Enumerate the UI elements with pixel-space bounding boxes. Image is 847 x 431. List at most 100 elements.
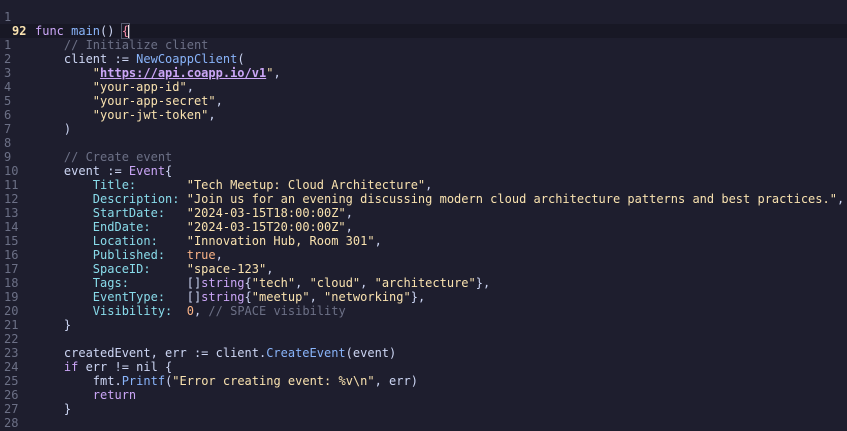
line-content: client := NewCoappClient( [35,52,245,66]
line-number: 9 [4,150,12,164]
line-number: 13 [4,206,19,220]
function-token: Printf [121,374,166,388]
code-text: client := [35,52,137,66]
code-line[interactable]: 10 event := Event{ [0,164,847,178]
code-line[interactable]: 21 } [0,318,847,332]
field-token: Title: [92,178,137,192]
line-content: func main() { [35,23,130,39]
code-line[interactable]: 22 [0,332,847,346]
line-content: SpaceID: "space-123", [35,262,274,276]
field-token: Description: [92,192,180,206]
current-code-line[interactable]: 92 func main() { [0,23,847,39]
string-token: "Error creating event: %v\n" [172,374,375,388]
code-line[interactable]: 15 Location: "Innovation Hub, Room 301", [0,234,847,248]
line-number: 19 [4,290,19,304]
field-token: Published: [92,248,166,262]
code-line[interactable]: 12 Description: "Join us for an evening … [0,192,847,206]
line-number: 15 [4,234,19,248]
code-text: , [215,248,223,262]
line-number: 26 [4,388,19,402]
line-content: StartDate: "2024-03-15T18:00:00Z", [35,206,353,220]
string-token: "tech" [251,276,296,290]
code-line[interactable]: 7 ) [0,122,847,136]
code-line[interactable]: 14 EndDate: "2024-03-15T20:00:00Z", [0,220,847,234]
line-content: Description: "Join us for an evening dis… [35,192,844,206]
line-number: 10 [4,164,19,178]
code-text: event := [35,164,129,178]
line-number: 11 [4,178,19,192]
line-content: Published: true, [35,248,223,262]
line-content: "your-app-id", [35,80,194,94]
comment-token: // Create event [63,150,173,164]
code-line[interactable]: 28 [0,416,847,430]
line-number: 8 [4,136,12,150]
code-line[interactable]: 19 EventType: []string{"meetup", "networ… [0,290,847,304]
code-line[interactable]: 4 "your-app-id", [0,80,847,94]
comment-token: // SPACE visibility [208,304,346,318]
code-text: { [244,290,252,304]
line-number: 3 [4,66,12,80]
line-number: 27 [4,402,19,416]
function-token: NewCoappClient [136,52,238,66]
code-line[interactable]: 17 SpaceID: "space-123", [0,262,847,276]
code-line[interactable]: 20 Visibility: 0, // SPACE visibility [0,304,847,318]
line-number: 7 [4,122,12,136]
string-token: "2024-03-15T20:00:00Z" [186,220,346,234]
type-token: string [201,276,245,290]
code-line[interactable]: 5 "your-app-secret", [0,94,847,108]
line-content: "https://api.coapp.io/v1", [35,66,281,80]
code-line[interactable]: 8 [0,136,847,150]
code-text: , [266,262,274,276]
code-line[interactable]: 6 "your-jwt-token", [0,108,847,122]
line-content: EndDate: "2024-03-15T20:00:00Z", [35,220,353,234]
keyword-token: func [35,24,72,38]
code-text: , [360,276,375,290]
line-content: "your-app-secret", [35,94,223,108]
line-content: } [35,318,71,332]
string-token: "meetup" [251,290,310,304]
line-number: 25 [4,374,19,388]
code-line[interactable]: 3 "https://api.coapp.io/v1", [0,66,847,80]
line-number: 2 [4,52,12,66]
code-line[interactable]: 24 if err != nil { [0,360,847,374]
code-line[interactable]: 26 return [0,388,847,402]
line-number: 24 [4,360,19,374]
line-content: ) [35,122,71,136]
code-text: fmt. [35,374,122,388]
code-line[interactable]: 27 } [0,402,847,416]
line-content: createdEvent, err := client.CreateEvent(… [35,346,396,360]
code-line[interactable]: 1 // Initialize client [0,38,847,52]
code-line[interactable]: 1 [0,10,847,24]
code-line[interactable]: 2 client := NewCoappClient( [0,52,847,66]
code-text: , [215,94,223,108]
code-line[interactable]: 13 StartDate: "2024-03-15T18:00:00Z", [0,206,847,220]
code-line[interactable]: 18 Tags: []string{"tech", "cloud", "arch… [0,276,847,290]
line-content: event := Event{ [35,164,172,178]
url-link[interactable]: https://api.coapp.io/v1 [100,66,266,80]
code-text: } [35,318,72,332]
code-line[interactable]: 25 fmt.Printf("Error creating event: %v\… [0,374,847,388]
function-token: main [71,24,101,38]
code-line[interactable]: 16 Published: true, [0,248,847,262]
keyword-token: if [63,360,79,374]
comment-token: // Initialize client [63,38,209,52]
code-line[interactable]: 9 // Create event [0,150,847,164]
code-text: { [165,164,173,178]
code-line[interactable]: 11 Title: "Tech Meetup: Cloud Architectu… [0,178,847,192]
field-token: Tags: [92,276,129,290]
code-line[interactable]: 23 createdEvent, err := client.CreateEve… [0,346,847,360]
string-token: "networking" [324,290,411,304]
code-editor[interactable]: 1 92 func main() {1 // Initialize client 2 … [0,10,847,430]
code-text: } [35,402,72,416]
line-content: "your-jwt-token", [35,108,216,122]
